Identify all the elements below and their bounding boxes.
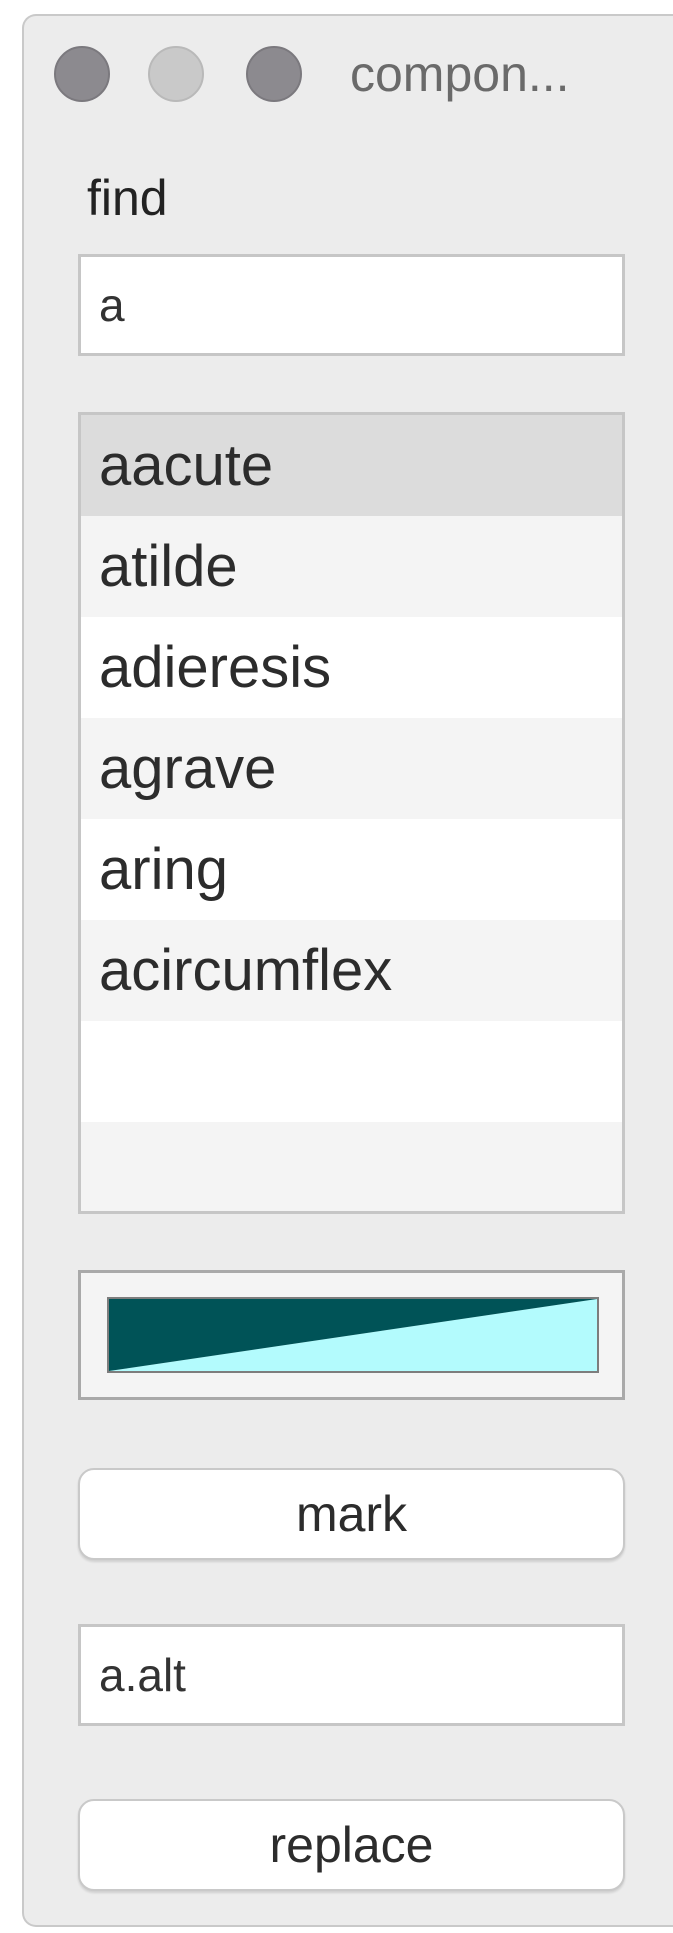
replace-input[interactable] <box>78 1624 625 1726</box>
find-input[interactable] <box>78 254 625 356</box>
window-title: compon... <box>350 46 570 102</box>
zoom-window-button[interactable] <box>246 46 302 102</box>
list-item-empty <box>81 1021 622 1122</box>
list-item[interactable]: aacute <box>81 415 622 516</box>
minimize-window-button[interactable] <box>148 46 204 102</box>
mark-button[interactable]: mark <box>78 1468 625 1560</box>
replace-button[interactable]: replace <box>78 1799 625 1891</box>
close-window-button[interactable] <box>54 46 110 102</box>
list-item[interactable]: agrave <box>81 718 622 819</box>
list-item[interactable]: acircumflex <box>81 920 622 1021</box>
component-window: compon... find aacute atilde adieresis a… <box>22 14 673 1927</box>
list-item[interactable]: adieresis <box>81 617 622 718</box>
list-item[interactable]: aring <box>81 819 622 920</box>
list-item-empty <box>81 1122 622 1211</box>
list-item[interactable]: atilde <box>81 516 622 617</box>
mark-color-well[interactable] <box>78 1270 625 1400</box>
glyph-list[interactable]: aacute atilde adieresis agrave aring aci… <box>78 412 625 1214</box>
find-label: find <box>87 170 168 226</box>
color-swatch <box>107 1297 599 1373</box>
